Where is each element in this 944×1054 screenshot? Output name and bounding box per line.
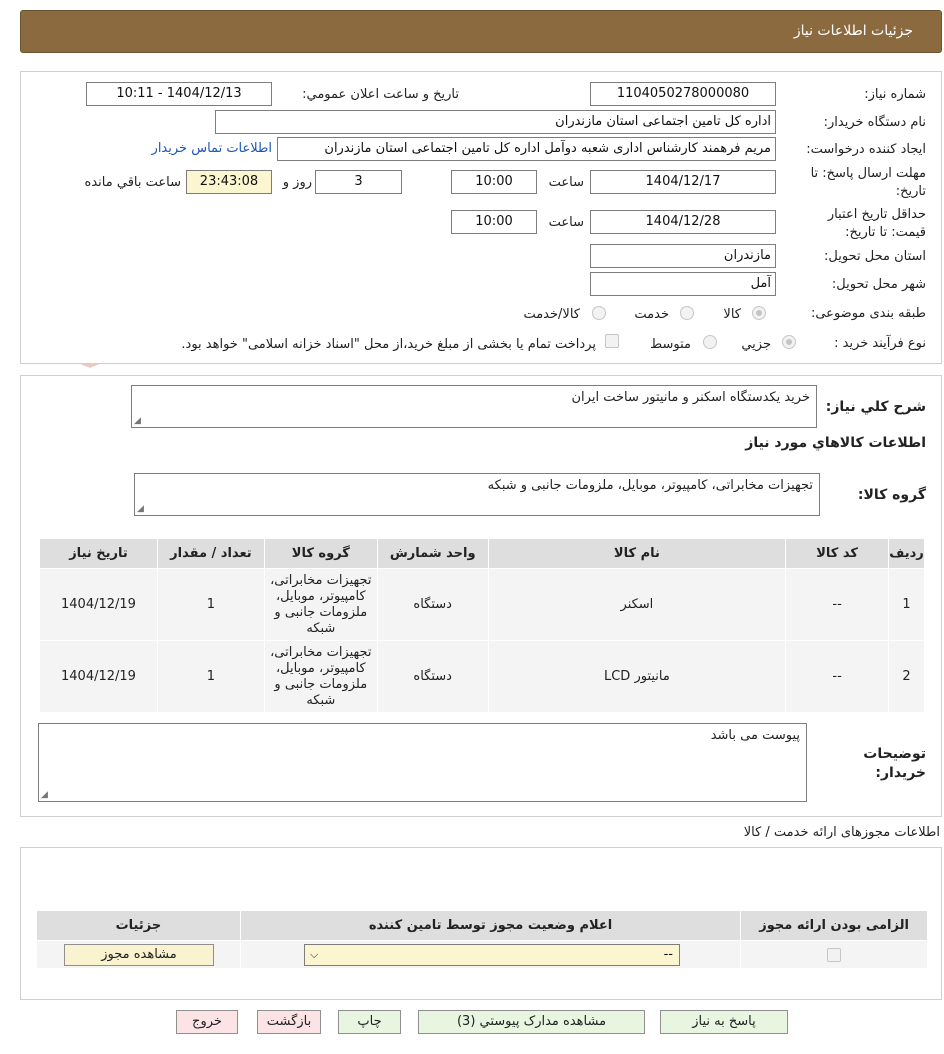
deadline-label-2: تاریخ: [895,184,926,199]
days-label: روز و [282,175,312,190]
cell-item-name: اسکنر [487,568,787,641]
cell-permit-required [740,940,928,969]
page-header: جزئیات اطلاعات نیاز [20,10,942,53]
col-permit-details: جزئیات [36,910,241,941]
col-permit-required: الزامی بودن ارائه مجوز [740,910,928,941]
cell-item-group: تجهیزات مخابراتی، کامپیوتر، موبایل، ملزو… [263,640,378,713]
goods-items-table: ردیف کد کالا نام کالا واحد شمارش گروه کا… [39,538,925,713]
table-row: 2 -- مانیتور LCD دستگاه تجهیزات مخابراتی… [39,640,925,713]
category-service-radio[interactable] [680,306,694,320]
announce-datetime-field: 1404/12/13 - 10:11 [86,82,272,106]
requester-field: مریم فرهمند کارشناس اداری شعبه دوآمل ادا… [277,137,776,161]
goods-group-text: تجهیزات مخابراتی، کامپیوتر، موبایل، ملزو… [487,478,813,493]
process-minor-radio[interactable] [782,335,796,349]
category-service-label: خدمت [634,307,669,322]
cell-item-name: مانیتور LCD [487,640,787,713]
col-item-code: کد کالا [785,538,890,569]
cell-item-code: -- [785,568,890,641]
validity-time-label: ساعت [548,215,584,230]
col-quantity: تعداد / مقدار [156,538,265,569]
validity-date-field: 1404/12/28 [590,210,776,234]
buyer-notes-field: پیوست می باشد ◢ [38,723,807,802]
permit-status-select[interactable]: ⌵ -- [304,944,680,966]
process-medium-radio[interactable] [703,335,717,349]
cell-unit: دستگاه [376,640,489,713]
permits-section-title: اطلاعات مجوزهای ارائه خدمت / کالا [743,825,940,840]
view-permit-button[interactable]: مشاهده مجوز [64,944,214,966]
deadline-date-field: 1404/12/17 [590,170,776,194]
announce-datetime-label: تاریخ و ساعت اعلان عمومي: [302,87,459,102]
col-row-number: ردیف [888,538,925,569]
buyer-org-field: اداره کل تامین اجتماعی استان مازندران [215,110,776,134]
general-description-field: خرید یکدستگاه اسکنر و مانیتور ساخت ایران… [131,385,817,428]
cell-need-date: 1404/12/19 [39,640,158,713]
cell-row-number: 2 [888,640,925,713]
col-unit: واحد شمارش [376,538,489,569]
buyer-notes-label: توضیحات [863,746,926,762]
print-button[interactable]: چاپ [338,1010,401,1034]
cell-quantity: 1 [156,640,265,713]
table-row: 1 -- اسکنر دستگاه تجهیزات مخابراتی، کامپ… [39,568,925,641]
col-permit-status: اعلام وضعیت مجوز توسط تامین کننده [239,910,742,941]
buyer-contact-link[interactable]: اطلاعات تماس خریدار [152,141,272,156]
buyer-org-label: نام دستگاه خریدار: [823,115,926,130]
price-validity-label-2: قیمت: تا تاریخ: [845,225,926,240]
buyer-notes-label-2: خریدار: [875,765,926,781]
cell-need-date: 1404/12/19 [39,568,158,641]
delivery-city-label: شهر محل تحویل: [831,277,926,292]
deadline-time-label: ساعت [548,175,584,190]
goods-group-field: تجهیزات مخابراتی، کامپیوتر، موبایل، ملزو… [134,473,820,516]
need-number-label: شماره نیاز: [864,87,926,102]
permits-header-row: الزامی بودن ارائه مجوز اعلام وضعیت مجوز … [36,910,928,941]
deadline-time-field: 10:00 [451,170,537,194]
process-medium-label: متوسط [650,337,691,352]
delivery-province-field: مازندران [590,244,776,268]
goods-info-title: اطلاعات کالاهاي مورد نیاز [745,435,926,451]
remaining-time-field: 23:43:08 [186,170,272,194]
view-attachments-button[interactable]: مشاهده مدارک پیوستي (3) [418,1010,645,1034]
subject-category-label: طبقه بندی موضوعی: [810,306,926,321]
permit-status-value: -- [663,947,673,962]
category-goods-service-radio[interactable] [592,306,606,320]
goods-table-header-row: ردیف کد کالا نام کالا واحد شمارش گروه کا… [39,538,925,569]
deadline-label: مهلت ارسال پاسخ: تا [810,166,926,181]
cell-quantity: 1 [156,568,265,641]
resize-grip-icon: ◢ [41,790,48,800]
goods-group-label: گروه کالا: [857,487,926,503]
category-goods-service-label: کالا/خدمت [523,307,580,322]
need-number-field: 1104050278000080 [590,82,776,106]
delivery-province-label: استان محل تحویل: [824,249,926,264]
resize-grip-icon: ◢ [134,416,141,426]
cell-row-number: 1 [888,568,925,641]
general-description-text: خرید یکدستگاه اسکنر و مانیتور ساخت ایران [571,390,811,405]
general-description-label: شرح کلي نیاز: [825,399,926,415]
treasury-payment-note: پرداخت تمام یا بخشی از مبلغ خرید،از محل … [181,337,596,352]
chevron-down-icon: ⌵ [310,948,319,961]
treasury-payment-checkbox[interactable] [605,334,619,348]
page-title: جزئیات اطلاعات نیاز [793,23,913,39]
col-need-date: تاریخ نیاز [39,538,158,569]
reply-to-need-button[interactable]: پاسخ به نیاز [660,1010,788,1034]
days-remaining-field: 3 [315,170,402,194]
cell-item-group: تجهیزات مخابراتی، کامپیوتر، موبایل، ملزو… [263,568,378,641]
category-goods-radio[interactable] [752,306,766,320]
back-button[interactable]: بازگشت [257,1010,321,1034]
category-goods-label: کالا [723,307,741,322]
validity-time-field: 10:00 [451,210,537,234]
buyer-notes-text: پیوست می باشد [710,728,800,743]
col-item-name: نام کالا [487,538,787,569]
col-item-group: گروه کالا [263,538,378,569]
permit-required-checkbox [827,947,842,962]
price-validity-label: حداقل تاریخ اعتبار [827,207,926,222]
remaining-time-label: ساعت باقي مانده [84,175,181,190]
process-minor-label: جزیي [741,337,771,352]
resize-grip-icon: ◢ [137,504,144,514]
exit-button[interactable]: خروج [176,1010,238,1034]
delivery-city-field: آمل [590,272,776,296]
cell-unit: دستگاه [376,568,489,641]
purchase-process-label: نوع فرآیند خرید : [834,336,926,351]
cell-item-code: -- [785,640,890,713]
requester-label: ایجاد کننده درخواست: [806,142,926,157]
